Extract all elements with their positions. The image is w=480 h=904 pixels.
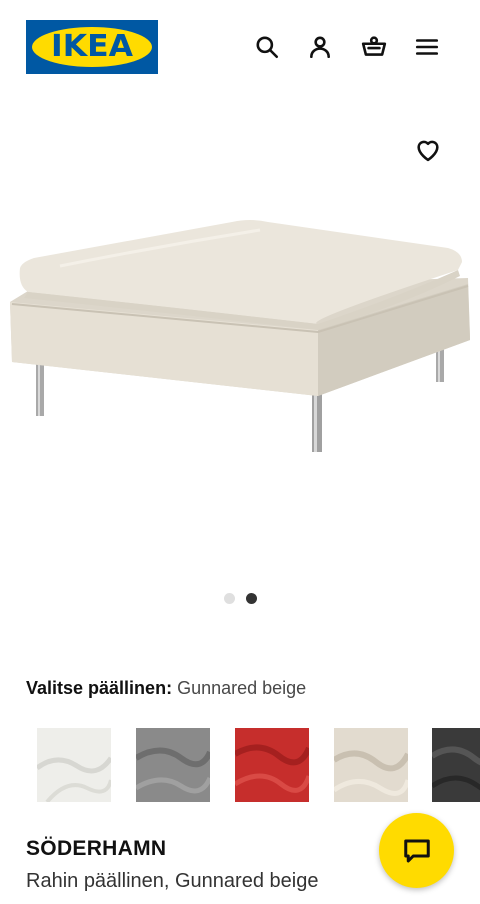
search-icon[interactable] xyxy=(250,30,284,64)
product-name: SÖDERHAMN xyxy=(26,837,167,860)
site-header: IKEA xyxy=(0,0,480,96)
logo-text: IKEA xyxy=(50,29,134,64)
chat-icon xyxy=(403,839,430,862)
cover-selection-label: Valitse päällinen: Gunnared beige xyxy=(26,677,306,699)
cart-icon[interactable] xyxy=(357,30,391,64)
swatch-white[interactable] xyxy=(37,728,111,802)
cover-label-heading: Valitse päällinen: xyxy=(26,678,173,698)
carousel-dots xyxy=(222,593,262,605)
account-icon[interactable] xyxy=(303,30,337,64)
favourite-heart-icon[interactable] xyxy=(410,134,446,166)
menu-icon[interactable] xyxy=(410,30,444,64)
chat-button[interactable] xyxy=(379,813,454,888)
cover-selected-value: Gunnared beige xyxy=(177,678,307,698)
product-image xyxy=(10,220,470,452)
carousel-dot-1[interactable] xyxy=(224,593,235,604)
swatch-dark-grey[interactable] xyxy=(432,728,480,802)
carousel-dot-2-active[interactable] xyxy=(246,593,257,604)
swatch-beige[interactable] xyxy=(334,728,408,802)
swatch-red[interactable] xyxy=(235,728,309,802)
cover-swatch-list xyxy=(0,728,480,804)
swatch-grey[interactable] xyxy=(136,728,210,802)
ikea-logo[interactable]: IKEA xyxy=(26,20,158,74)
product-description: Rahin päällinen, Gunnared beige xyxy=(26,870,319,892)
